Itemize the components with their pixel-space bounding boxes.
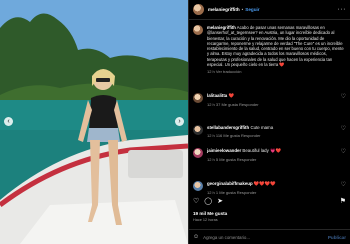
post-photo[interactable]: ‹ ›: [0, 0, 188, 244]
comment-text: ❤️: [228, 93, 234, 98]
post-side-panel: melaniegriffith • Seguir ··· melaniegrif…: [188, 0, 350, 244]
previous-image-button[interactable]: ‹: [4, 117, 13, 126]
next-image-button[interactable]: ›: [175, 117, 184, 126]
publish-button[interactable]: Publicar: [328, 235, 346, 240]
comment-like-heart-icon[interactable]: ♡: [341, 148, 346, 155]
comment-like-heart-icon[interactable]: ♡: [341, 93, 346, 100]
comment-text: Beautiful lady 💗❤️: [242, 148, 281, 153]
comment-item: stellabandersgriffith Cute mama 12 h 116…: [189, 125, 350, 138]
commenter-avatar[interactable]: [193, 148, 203, 158]
bookmark-icon[interactable]: ⚑: [340, 197, 346, 205]
comment-meta[interactable]: 12 h 1 Me gusta Responder: [207, 190, 338, 195]
commenter-avatar[interactable]: [193, 181, 203, 191]
add-comment-bar: ☺ Agrega un comentario... Publicar: [189, 229, 350, 244]
comment-text: ❤️❤️❤️❤️: [253, 181, 276, 186]
comment-like-heart-icon[interactable]: ♡: [341, 125, 346, 132]
commenter-avatar[interactable]: [193, 93, 203, 103]
comment-line: lalitaalitta ❤️: [207, 93, 338, 99]
likes-count[interactable]: 19 mil Me gusta: [193, 211, 227, 216]
follow-button[interactable]: Seguir: [245, 7, 259, 12]
comment-line: georginalabiffmakeup ❤️❤️❤️❤️: [207, 181, 338, 187]
comment-item: jaimieelowander Beautiful lady 💗❤️ 12 h …: [189, 148, 350, 162]
post-header: melaniegriffith • Seguir ···: [189, 0, 350, 20]
comment-username[interactable]: jaimieelowander: [207, 148, 241, 153]
comment-input[interactable]: Agrega un comentario...: [203, 235, 250, 240]
caption-body: Acabo de pasar unas semanas maravillosas…: [207, 25, 344, 68]
comment-username[interactable]: georginalabiffmakeup: [207, 181, 253, 186]
comment-icon[interactable]: ◯: [204, 197, 212, 205]
heart-icon[interactable]: ♡: [193, 197, 199, 205]
more-dots-icon[interactable]: ···: [338, 6, 347, 13]
comment-line: jaimieelowander Beautiful lady 💗❤️: [207, 148, 338, 154]
post-caption: melaniegriffith Acabo de pasar unas sema…: [189, 20, 350, 74]
comment-line: stellabandersgriffith Cute mama: [207, 125, 338, 130]
post-actions: ♡ ◯ ➤ ⚑: [193, 197, 346, 205]
caption-meta: 12 h Ver traducción: [207, 69, 242, 75]
separator-dot: •: [241, 7, 244, 12]
comment-meta[interactable]: 12 h 116 Me gusta Responder: [207, 133, 338, 138]
comment-meta[interactable]: 12 h 37 Me gusta Responder: [207, 102, 338, 107]
caption-text: melaniegriffith Acabo de pasar unas sema…: [207, 25, 346, 67]
post-date: Hace 12 horas: [193, 218, 218, 222]
photo-scene: [0, 0, 188, 244]
share-icon[interactable]: ➤: [217, 197, 223, 205]
author-avatar[interactable]: [193, 4, 204, 15]
comment-meta[interactable]: 12 h 5 Me gusta Responder: [207, 157, 338, 162]
emoji-icon[interactable]: ☺: [193, 234, 199, 240]
comment-item: lalitaalitta ❤️ 12 h 37 Me gusta Respond…: [189, 93, 350, 107]
comment-username[interactable]: stellabandersgriffith: [207, 125, 249, 130]
comment-text: Cute mama: [250, 125, 274, 130]
caption-avatar[interactable]: [193, 25, 203, 35]
comment-like-heart-icon[interactable]: ♡: [341, 181, 346, 188]
comment-item: georginalabiffmakeup ❤️❤️❤️❤️ 12 h 1 Me …: [189, 181, 350, 195]
commenter-avatar[interactable]: [193, 125, 203, 135]
comment-username[interactable]: lalitaalitta: [207, 93, 227, 98]
author-username[interactable]: melaniegriffith: [208, 7, 240, 12]
caption-username[interactable]: melaniegriffith: [207, 25, 236, 30]
instagram-post-view: ‹ › melaniegriffith • Seguir ··· melanie…: [0, 0, 350, 244]
